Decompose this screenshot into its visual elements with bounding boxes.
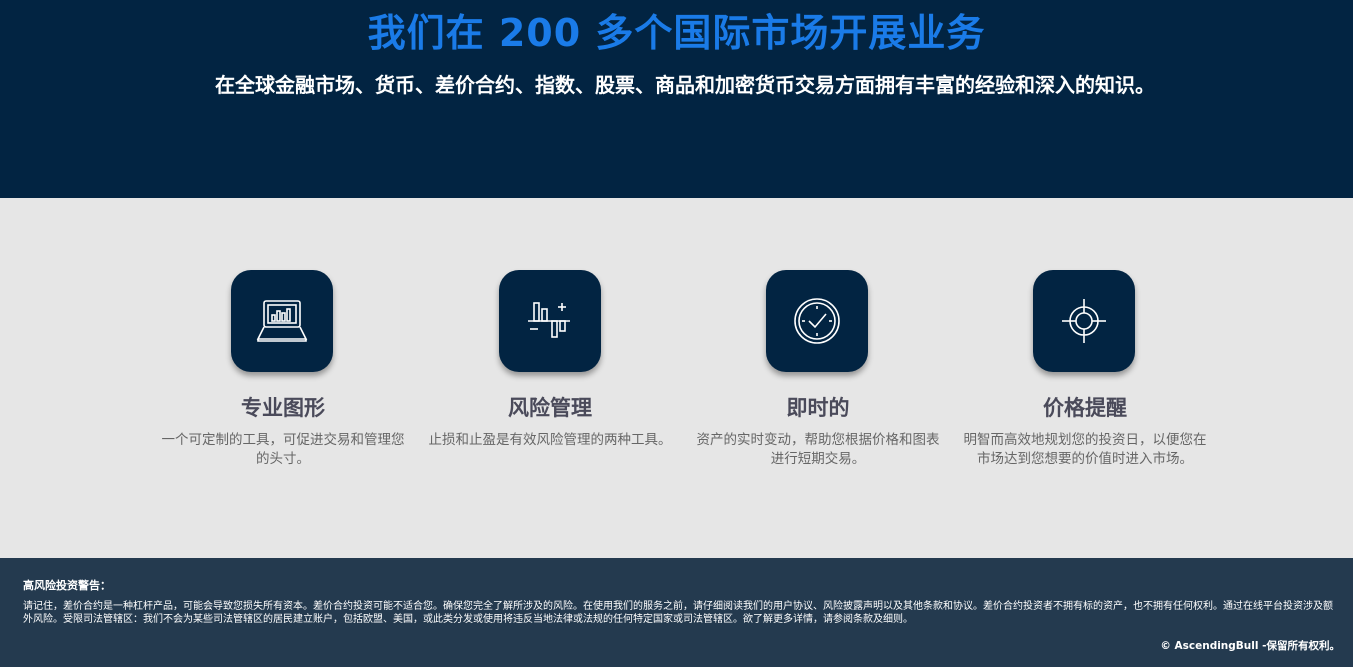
features-section: 专业图形 一个可定制的工具，可促进交易和管理您的头寸。 风险管理 止损和止盈是有… (0, 198, 1353, 558)
hero-section: 我们在 200 多个国际市场开展业务 在全球金融市场、货币、差价合约、指数、股票… (0, 0, 1353, 198)
feature-description: 止损和止盈是有效风险管理的两种工具。 (428, 432, 672, 448)
hero-subtitle: 在全球金融市场、货币、差价合约、指数、股票、商品和加密货币交易方面拥有丰富的经验… (215, 73, 1155, 97)
laptop-chart-icon (231, 270, 333, 372)
crosshair-icon (1033, 270, 1135, 372)
feature-description: 资产的实时变动，帮助您根据价格和图表进行短期交易。 (696, 432, 940, 467)
feature-title: 即时的 (786, 396, 850, 420)
copyright-text: © AscendingBull -保留所有权利。 (1160, 640, 1340, 652)
clock-icon (766, 270, 868, 372)
risk-bars-icon (499, 270, 601, 372)
feature-description: 一个可定制的工具，可促进交易和管理您的头寸。 (161, 432, 405, 467)
risk-warning-text: 请记住，差价合约是一种杠杆产品，可能会导致您损失所有资本。差价合约投资可能不适合… (23, 601, 1333, 625)
feature-title: 专业图形 (241, 396, 325, 420)
feature-title: 价格提醒 (1043, 396, 1127, 420)
hero-title: 我们在 200 多个国际市场开展业务 (367, 11, 986, 55)
feature-title: 风险管理 (508, 396, 592, 420)
risk-warning-title: 高风险投资警告： (23, 579, 111, 592)
risk-warning-footer: 高风险投资警告： 请记住，差价合约是一种杠杆产品，可能会导致您损失所有资本。差价… (0, 558, 1353, 667)
feature-description: 明智而高效地规划您的投资日，以便您在市场达到您想要的价值时进入市场。 (963, 432, 1207, 467)
